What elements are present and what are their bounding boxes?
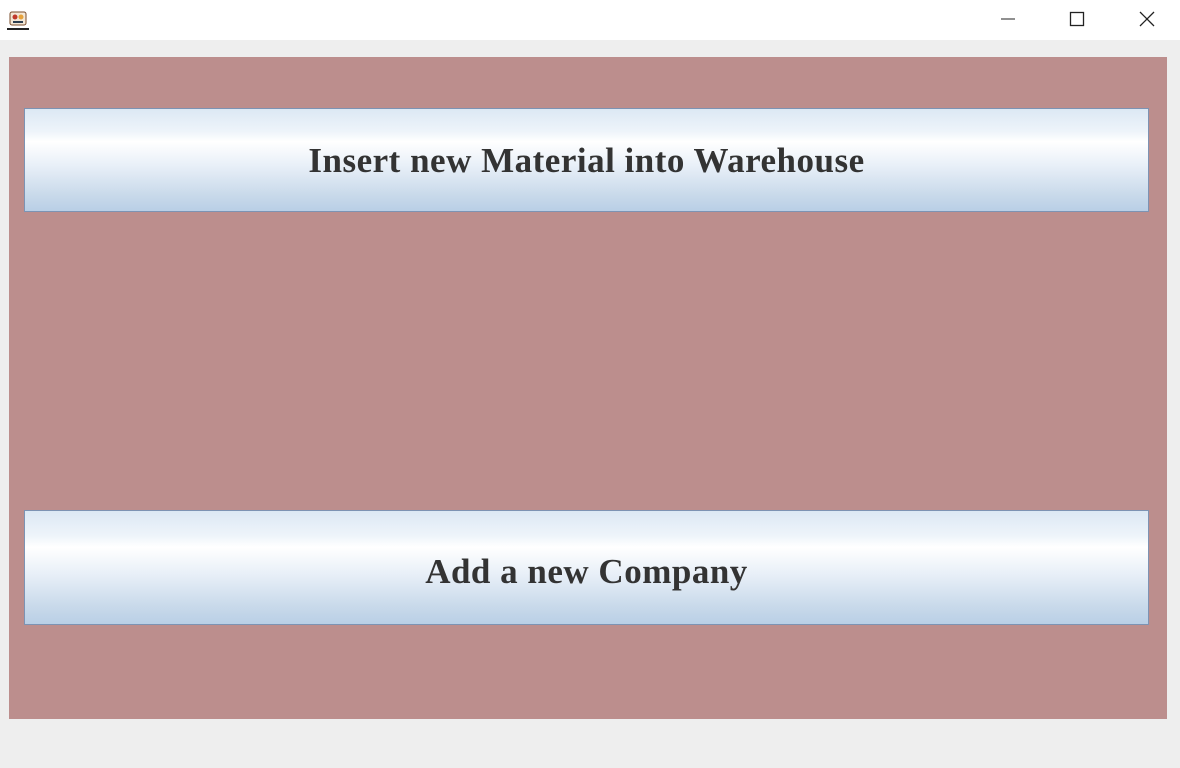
minimize-icon [1000, 11, 1016, 27]
maximize-button[interactable] [1054, 0, 1100, 38]
close-icon [1139, 11, 1155, 27]
app-window: Insert new Material into Warehouse Add a… [0, 0, 1180, 768]
app-icon-underline [7, 28, 29, 30]
close-button[interactable] [1124, 0, 1170, 38]
add-company-button[interactable]: Add a new Company [24, 510, 1149, 625]
main-panel: Insert new Material into Warehouse Add a… [9, 57, 1167, 719]
app-icon[interactable] [9, 9, 27, 27]
title-bar[interactable] [0, 0, 1180, 40]
clipped-label-fragment [775, 623, 915, 629]
minimize-button[interactable] [985, 0, 1031, 38]
insert-material-button[interactable]: Insert new Material into Warehouse [24, 108, 1149, 212]
maximize-icon [1069, 11, 1085, 27]
